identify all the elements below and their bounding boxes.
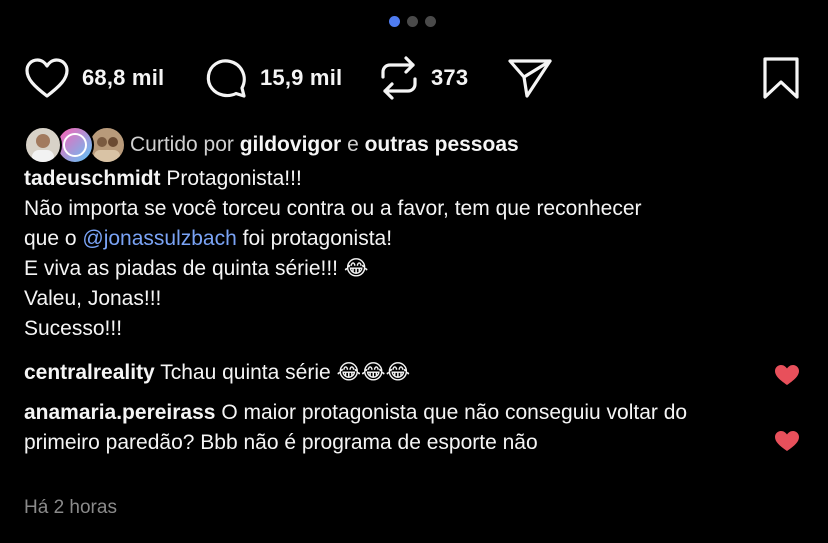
repost-count: 373 [431, 65, 469, 90]
repost-icon [381, 56, 417, 100]
caption-mention[interactable]: @jonassulzbach [82, 227, 236, 250]
comment-text: Tchau quinta série 😂😂😂 [160, 361, 411, 384]
caption-line: Sucesso!!! [24, 317, 123, 340]
share-button[interactable] [507, 55, 553, 101]
like-count: 68,8 mil [82, 65, 165, 90]
caption-text: que o [24, 227, 83, 250]
liked-by-connector: e [347, 133, 359, 156]
liked-by-prefix: Curtido por [130, 133, 234, 156]
carousel-dot-2[interactable] [407, 16, 418, 27]
comment-count: 15,9 mil [260, 65, 343, 90]
caption-line: E viva as piadas de quinta série!!! 😂 [24, 257, 369, 280]
caption-text: foi protagonista! [236, 227, 393, 250]
liked-by-text: Curtido por gildovigor e outras pessoas [130, 133, 519, 157]
save-button[interactable] [762, 55, 800, 101]
comment-username[interactable]: centralreality [24, 361, 155, 384]
post-timestamp: Há 2 horas [24, 497, 117, 518]
repost-button[interactable]: 373 [379, 55, 468, 101]
comment-username[interactable]: anamaria.pereirass [24, 401, 215, 424]
liked-by-others[interactable]: outras pessoas [365, 133, 519, 156]
avatar[interactable] [24, 126, 62, 164]
comment-item: centralreality Tchau quinta série 😂😂😂 [24, 358, 744, 388]
liked-by-avatars [24, 126, 126, 164]
caption-first-line: Protagonista!!! [166, 167, 302, 190]
caption-line: Não importa se você torceu contra ou a f… [24, 197, 642, 220]
post-caption: tadeuschmidt Protagonista!!! Não importa… [24, 164, 784, 344]
comment-heart-icon[interactable] [774, 430, 800, 452]
carousel-indicator [389, 16, 436, 27]
comment-button[interactable]: 15,9 mil [204, 55, 342, 101]
carousel-dot-1[interactable] [389, 16, 400, 27]
like-button[interactable]: 68,8 mil [24, 55, 164, 101]
action-bar: 68,8 mil 15,9 mil 373 [24, 55, 804, 101]
bookmark-icon [763, 57, 799, 99]
caption-line: Valeu, Jonas!!! [24, 287, 162, 310]
heart-icon [25, 58, 69, 98]
comment-item: anamaria.pereirass O maior protagonista … [24, 398, 744, 458]
liked-by-user[interactable]: gildovigor [240, 133, 342, 156]
caption-username[interactable]: tadeuschmidt [24, 167, 161, 190]
comment-icon [206, 59, 246, 98]
carousel-dot-3[interactable] [425, 16, 436, 27]
send-icon [508, 59, 552, 98]
comment-heart-icon[interactable] [774, 364, 800, 386]
liked-by-row: Curtido por gildovigor e outras pessoas [24, 126, 519, 164]
